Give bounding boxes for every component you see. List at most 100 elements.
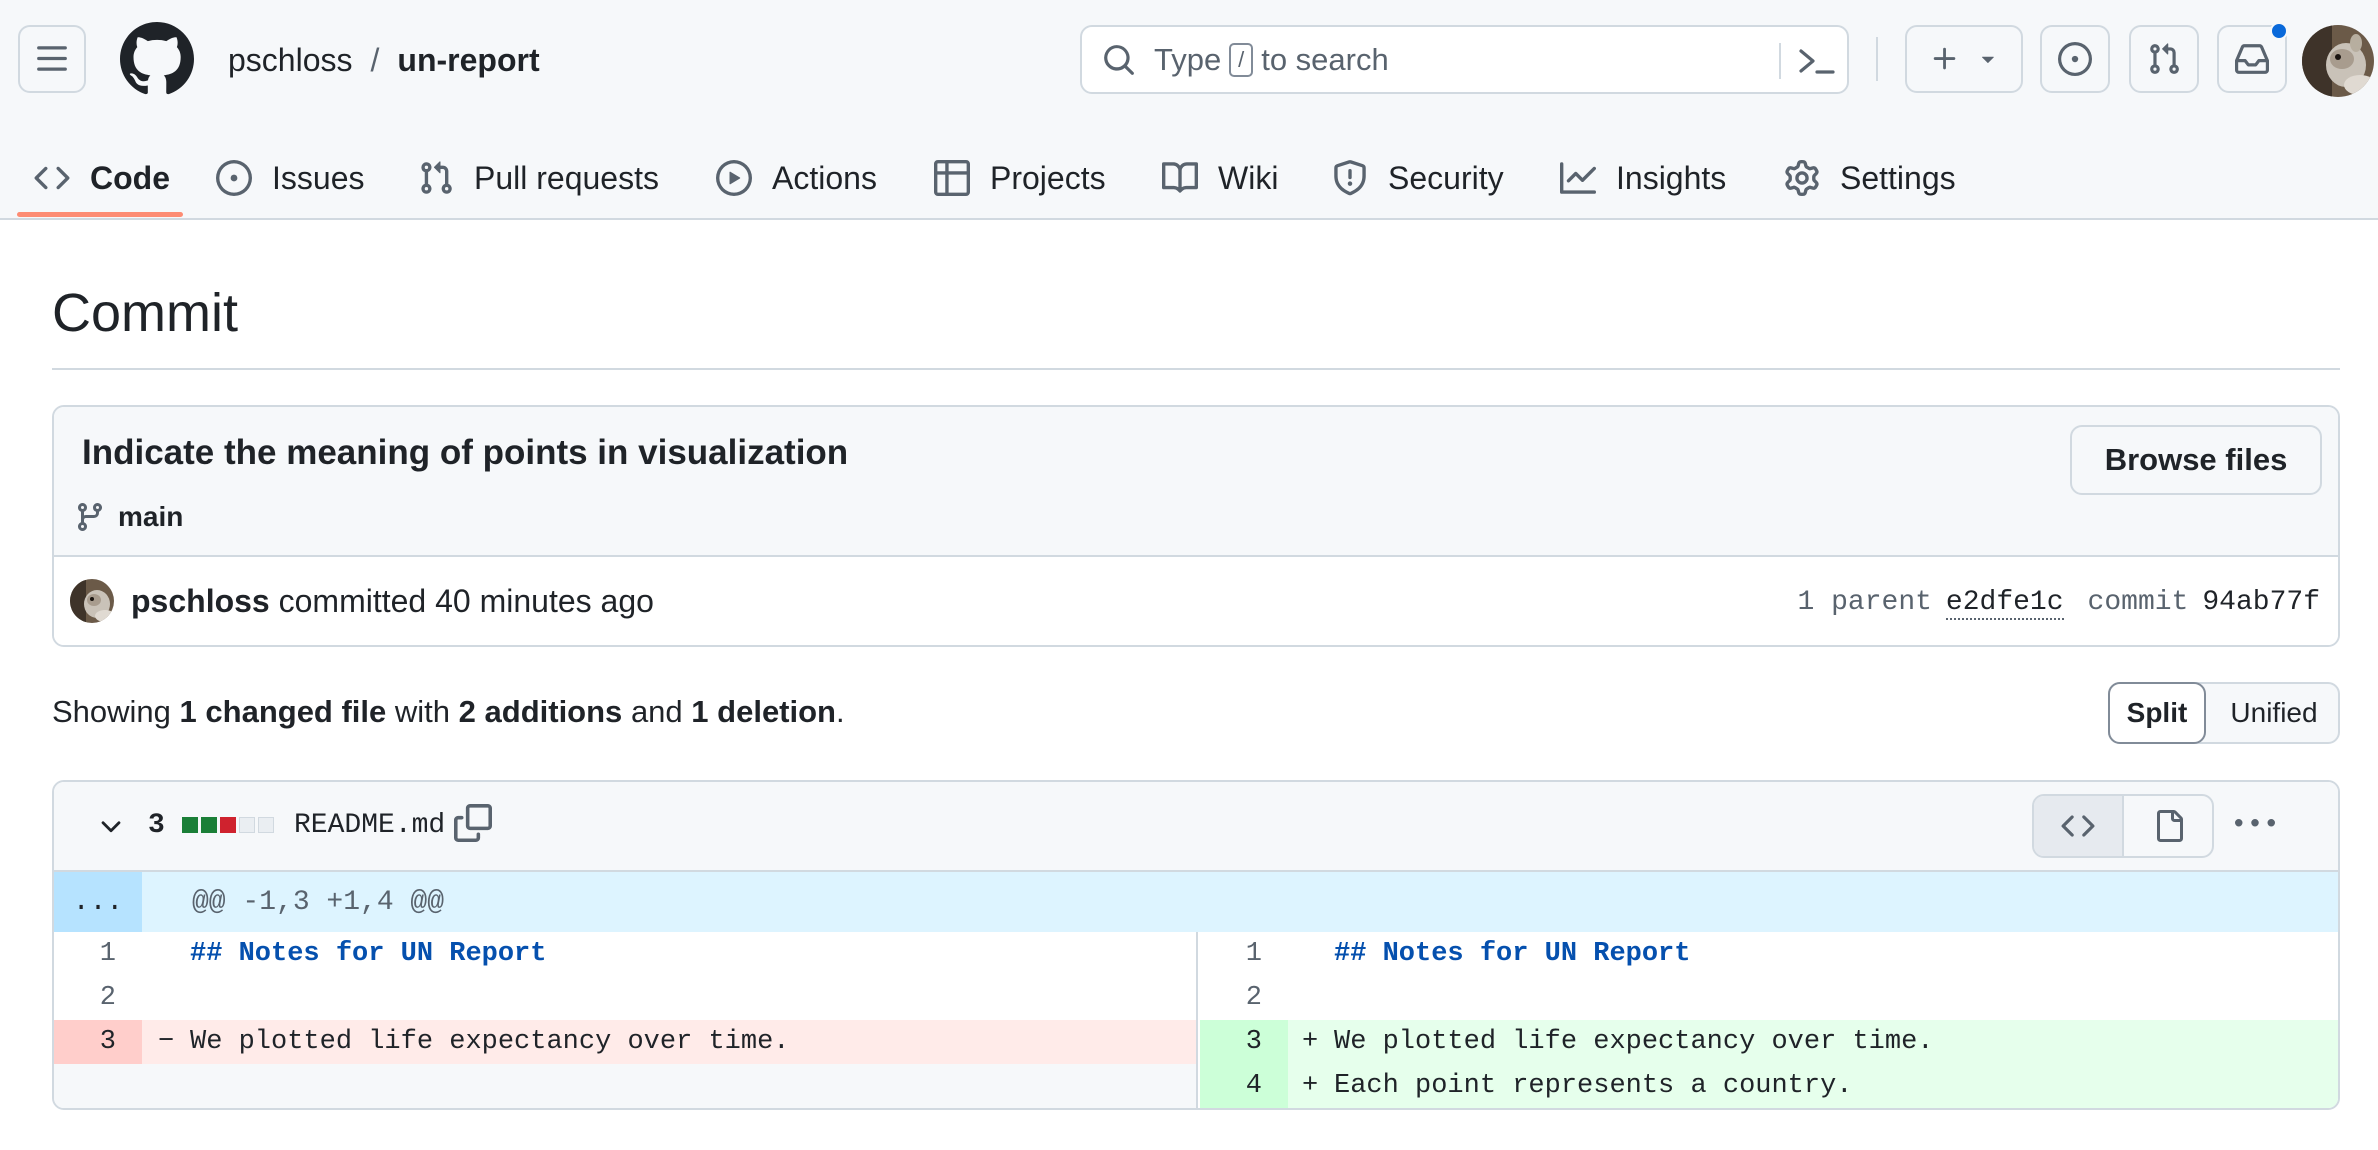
commit-label: commit [2087,587,2189,618]
summary-and: and [630,694,683,729]
tab-security[interactable]: Security [1332,138,1504,218]
source-view-button[interactable] [2034,796,2124,856]
line-number [54,1064,142,1108]
diff-line: 1 ## Notes for UN Report [54,932,1196,976]
diff-line: 2 [1200,976,2338,1020]
tab-projects[interactable]: Projects [934,138,1106,218]
line-sign: + [1302,1071,1319,1101]
tab-wiki[interactable]: Wiki [1162,138,1278,218]
search-icon [1104,44,1134,75]
kebab-horizontal-icon [2235,819,2275,827]
author-name-link[interactable]: pschloss [131,583,270,619]
line-number[interactable]: 2 [54,976,142,1020]
chevron-down-icon[interactable] [96,812,126,842]
commit-hashes: 1 parent e2dfe1c commit 94ab77f [1797,587,2320,620]
diff-right-side: 1 ## Notes for UN Report 2 3 + We plotte… [1200,932,2338,1108]
parent-hash-link[interactable]: e2dfe1c [1945,587,2064,620]
tab-issues-label: Issues [272,159,365,196]
diff-line: 1 ## Notes for UN Report [1200,932,2338,976]
search-divider [1779,43,1781,79]
split-view-button[interactable]: Split [2108,682,2206,744]
tab-wiki-label: Wiki [1218,159,1279,196]
file-options-button[interactable] [2232,804,2278,844]
branch-indicator[interactable]: main [74,501,183,533]
code-icon [2061,815,2095,837]
command-palette-icon[interactable] [1797,43,1837,79]
copy-icon[interactable] [454,804,492,842]
summary-prefix: Showing [52,694,171,729]
breadcrumb-separator: / [370,42,380,78]
issue-opened-icon [216,160,252,196]
summary-additions: 2 additions [458,694,623,729]
tab-pull-requests[interactable]: Pull requests [418,138,659,218]
your-pull-requests-button[interactable] [2129,25,2199,93]
your-issues-button[interactable] [2040,25,2110,93]
tab-settings[interactable]: Settings [1784,138,1956,218]
commit-author-line: pschloss committed 40 minutes ago [131,583,654,620]
tab-issues[interactable]: Issues [216,138,364,218]
tab-projects-label: Projects [990,159,1106,196]
summary-changed-files: 1 changed file [179,694,387,729]
file-diff: 3 README.md ... @@ -1,3 +1,4 @@ 1 ## Not… [52,780,2340,1110]
avatar-image-icon [70,579,114,623]
line-number[interactable]: 2 [1200,976,1288,1020]
hamburger-icon [37,46,67,71]
unified-view-button[interactable]: Unified [2208,682,2340,744]
hunk-header: @@ -1,3 +1,4 @@ [192,887,445,918]
menu-button[interactable] [18,25,86,93]
line-number[interactable]: 4 [1200,1064,1288,1108]
plus-icon [1933,47,1956,70]
tab-insights[interactable]: Insights [1560,138,1726,218]
browse-files-button[interactable]: Browse files [2070,425,2322,495]
line-code: We plotted life expectancy over time. [1334,1027,1934,1057]
line-code: Each point represents a country. [1334,1071,1853,1101]
search-placeholder: Type / to search [1154,42,1389,78]
repo-name-link[interactable]: un-report [397,40,539,80]
file-change-count: 3 [148,810,165,841]
line-number[interactable]: 3 [54,1020,142,1064]
search-input[interactable]: Type / to search [1080,25,1849,94]
file-view-switcher [2032,794,2214,858]
diff-line-added: 4 + Each point represents a country. [1200,1064,2338,1108]
table-icon [934,160,970,196]
line-code: ## Notes for UN Report [190,939,547,969]
line-number[interactable]: 3 [1200,1020,1288,1064]
git-pull-request-icon [421,161,452,194]
diff-line: 2 [54,976,1196,1020]
branch-name: main [118,501,184,532]
parent-label: 1 parent [1797,587,1932,618]
active-tab-indicator [17,212,183,217]
graph-icon [1560,162,1596,194]
line-number[interactable]: 1 [54,932,142,976]
expand-hunk-button[interactable]: ... [54,872,142,932]
tab-actions[interactable]: Actions [716,138,877,218]
line-sign: + [1302,1027,1319,1057]
commit-summary-box: Indicate the meaning of points in visual… [52,405,2340,647]
create-new-button[interactable] [1905,25,2023,93]
line-number[interactable]: 1 [1200,932,1288,976]
diffstat-neutral-block [258,817,274,833]
tab-actions-label: Actions [772,159,877,196]
rich-view-button[interactable] [2124,796,2212,856]
commit-time: committed 40 minutes ago [278,583,654,619]
slash-key-hint: / [1229,42,1254,77]
diff-view-toggle: Split Unified [2108,682,2340,744]
github-logo-icon[interactable] [120,22,194,96]
diffstat-addition-block [182,817,198,833]
diffstat-deletion-block [220,817,236,833]
hunk-header-row: ... @@ -1,3 +1,4 @@ [54,872,2338,932]
title-divider [52,368,2340,370]
commit-meta: pschloss committed 40 minutes ago 1 pare… [54,559,2338,645]
search-placeholder-prefix: Type [1154,41,1222,77]
repo-owner-link[interactable]: pschloss [228,40,353,80]
diff-summary: Showing 1 changed file with 2 additions … [52,694,845,730]
file-name-link[interactable]: README.md [294,810,445,841]
commit-hash[interactable]: 94ab77f [2202,587,2320,620]
user-avatar[interactable] [2302,25,2374,97]
author-avatar[interactable] [70,579,114,623]
book-icon [1162,162,1198,193]
diffstat-neutral-block [239,817,255,833]
tab-code[interactable]: Code [34,138,170,218]
tab-security-label: Security [1388,159,1504,196]
avatar-image-icon [2302,25,2374,97]
